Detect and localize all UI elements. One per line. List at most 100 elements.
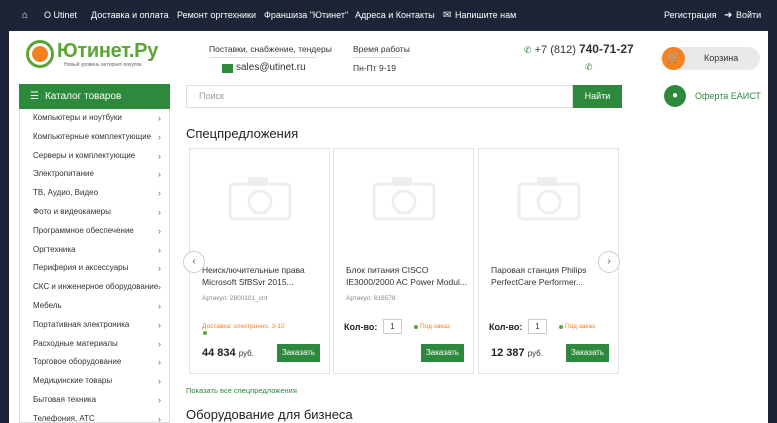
quantity-label: Кол-во: xyxy=(489,322,523,332)
logo-tagline: Новый уровень интернет-покупок xyxy=(64,62,142,68)
logo-cart-icon xyxy=(32,46,48,62)
camera-placeholder-icon xyxy=(517,177,581,221)
eaist-offer-link[interactable]: Оферта ЕАИСТ xyxy=(695,91,761,101)
catalog-item-office[interactable]: Оргтехника › xyxy=(20,241,169,260)
catalog-item-photo[interactable]: Фото и видеокамеры › xyxy=(20,203,169,222)
menu-icon: ☰ xyxy=(30,91,39,102)
carousel-prev-button[interactable]: ‹ xyxy=(183,251,205,273)
phone-icon: ✆ xyxy=(524,45,532,55)
order-button[interactable]: Заказать xyxy=(566,344,609,362)
search-input[interactable]: Поиск xyxy=(186,85,573,108)
catalog-item-appliances[interactable]: Бытовая техника › xyxy=(20,391,169,410)
stock-dot xyxy=(414,325,418,329)
catalog-button[interactable]: ☰ Каталог товаров xyxy=(19,84,170,109)
product-name[interactable]: Неисключительные права Microsoft SfBSvr … xyxy=(202,264,326,288)
catalog-item-telephony[interactable]: Телефония, АТС › xyxy=(20,410,169,423)
carousel-next-button[interactable]: › xyxy=(598,251,620,273)
camera-placeholder-icon xyxy=(372,177,436,221)
order-button[interactable]: Заказать xyxy=(277,344,320,362)
catalog-title: Каталог товаров xyxy=(44,91,122,102)
cart-label[interactable]: Корзина xyxy=(704,53,738,63)
chevron-right-icon: › xyxy=(158,282,161,293)
catalog-item-portable[interactable]: Портативная электроника › xyxy=(20,316,169,335)
hours-value: Пн-Пт 9-19 xyxy=(353,63,397,73)
catalog-item-consumables[interactable]: Расходные материалы › xyxy=(20,335,169,354)
chevron-right-icon: › xyxy=(158,169,161,180)
show-all-specials-link[interactable]: Показать все спецпредложения xyxy=(186,386,297,395)
camera-placeholder-icon xyxy=(228,177,292,221)
product-article: Артикул: 2800101_cnt xyxy=(202,295,268,302)
product-card[interactable]: Неисключительные права Microsoft SfBSvr … xyxy=(189,148,330,374)
register-link[interactable]: Регистрация xyxy=(664,0,717,31)
catalog-item-servers[interactable]: Серверы и комплектующие › xyxy=(20,147,169,166)
chevron-right-icon: › xyxy=(158,225,161,236)
catalog-item-medical[interactable]: Медицинские товары › xyxy=(20,372,169,391)
stock-dot xyxy=(559,325,563,329)
nav-link-write-us[interactable]: Напишите нам xyxy=(455,0,516,31)
login-icon: ➜ xyxy=(724,10,733,21)
chevron-right-icon: › xyxy=(158,188,161,199)
phone-number: 740-71-27 xyxy=(578,42,634,56)
chevron-right-icon: › xyxy=(158,413,161,423)
chevron-left-icon: ‹ xyxy=(192,256,196,267)
quantity-input[interactable]: 1 xyxy=(528,319,547,334)
nav-link-franchise[interactable]: Франшиза "Ютинет" xyxy=(264,0,348,31)
nav-link-repair[interactable]: Ремонт оргтехники xyxy=(177,0,256,31)
catalog-menu: Компьютеры и ноутбуки › Компьютерные комп… xyxy=(19,109,170,423)
specials-carousel: Неисключительные права Microsoft SfBSvr … xyxy=(183,148,620,374)
catalog-item-scs[interactable]: СКС и инженерное оборудование › xyxy=(20,278,169,297)
phone[interactable]: ✆ +7 (812) 740-71-27 xyxy=(524,42,634,56)
top-navigation-bar: ⌂ О Utinet Доставка и оплата Ремонт оргт… xyxy=(0,0,777,31)
email-icon xyxy=(222,64,233,73)
home-icon[interactable]: ⌂ xyxy=(22,0,28,31)
stock-status: Под заказ xyxy=(565,323,595,330)
availability-dot xyxy=(203,331,207,335)
catalog-item-peripherals[interactable]: Периферия и аксессуары › xyxy=(20,259,169,278)
chevron-right-icon: › xyxy=(158,263,161,274)
chevron-right-icon: › xyxy=(158,150,161,161)
catalog-item-computers[interactable]: Компьютеры и ноутбуки › xyxy=(20,109,169,128)
catalog-item-furniture[interactable]: Мебель › xyxy=(20,297,169,316)
quantity-input[interactable]: 1 xyxy=(383,319,402,334)
logo[interactable]: Ютинет.Ру xyxy=(57,40,158,63)
chevron-right-icon: › xyxy=(607,256,611,267)
catalog-item-components[interactable]: Компьютерные комплектующие › xyxy=(20,128,169,147)
product-name[interactable]: Блок питания CISCO IE3000/2000 AC Power … xyxy=(346,264,470,288)
hours-title: Время работы xyxy=(353,44,410,54)
chevron-right-icon: › xyxy=(158,300,161,311)
page-content: Ютинет.Ру Новый уровень интернет-покупок… xyxy=(9,31,768,423)
nav-link-contacts[interactable]: Адреса и Контакты xyxy=(355,0,435,31)
cart-icon[interactable]: 🛒 xyxy=(662,47,685,70)
envelope-icon: ✉ xyxy=(443,10,452,21)
product-price: 12 387 руб. xyxy=(491,347,543,359)
product-name[interactable]: Паровая станция Philips PerfectCare Perf… xyxy=(491,264,615,288)
catalog-item-retail[interactable]: Торговое оборудование › xyxy=(20,353,169,372)
catalog-item-power[interactable]: Электропитание › xyxy=(20,165,169,184)
catalog-item-software[interactable]: Программное обеспечение › xyxy=(20,222,169,241)
order-button[interactable]: Заказать xyxy=(421,344,464,362)
nav-link-about[interactable]: О Utinet xyxy=(44,0,77,31)
specials-title: Спецпредложения xyxy=(186,126,299,141)
chevron-right-icon: › xyxy=(158,357,161,368)
chevron-right-icon: › xyxy=(158,244,161,255)
catalog-item-tv-audio[interactable]: ТВ, Аудио, Видео › xyxy=(20,184,169,203)
supply-title: Поставки, снабжение, тендеры xyxy=(209,44,332,54)
quantity-label: Кол-во: xyxy=(344,322,378,332)
delivery-info: Доставка: электронно, 3-10 xyxy=(202,323,285,330)
chevron-right-icon: › xyxy=(158,131,161,142)
nav-link-delivery[interactable]: Доставка и оплата xyxy=(91,0,169,31)
hours-divider xyxy=(353,57,403,58)
product-card[interactable]: Блок питания CISCO IE3000/2000 AC Power … xyxy=(333,148,474,374)
chevron-right-icon: › xyxy=(158,113,161,123)
login-link[interactable]: Войти xyxy=(736,0,761,31)
people-icon[interactable]: ● xyxy=(664,85,686,107)
chevron-right-icon: › xyxy=(158,376,161,387)
business-equipment-title: Оборудование для бизнеса xyxy=(186,407,353,422)
phone-prefix: +7 (812) xyxy=(534,44,576,56)
email-link[interactable]: sales@utinet.ru xyxy=(236,62,306,73)
stock-status: Под заказ xyxy=(420,323,450,330)
callback-phone-icon[interactable]: ✆ xyxy=(585,62,593,73)
chevron-right-icon: › xyxy=(158,206,161,217)
product-price: 44 834 руб. xyxy=(202,347,254,359)
search-button[interactable]: Найти xyxy=(573,85,622,108)
